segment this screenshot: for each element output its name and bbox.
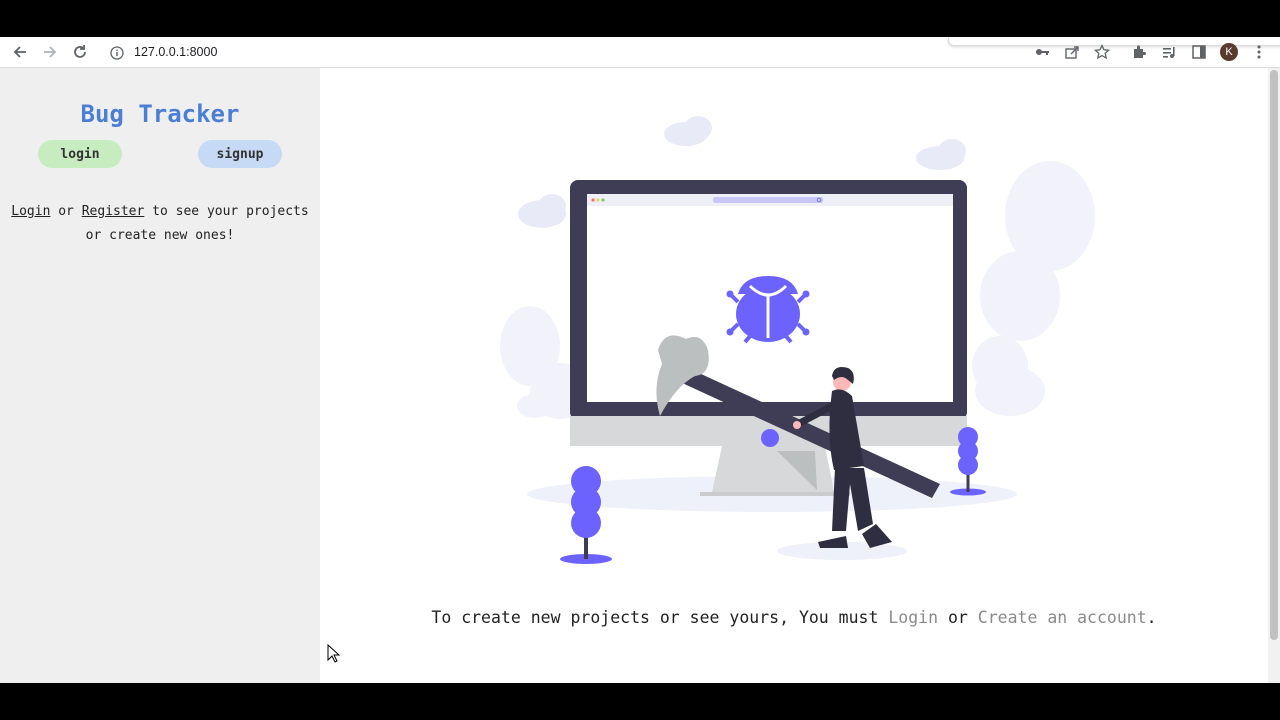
info-icon[interactable] [110, 45, 124, 60]
signup-button[interactable]: signup [198, 140, 282, 168]
sidepanel-icon[interactable] [1190, 43, 1208, 61]
menu-icon[interactable] [1250, 43, 1268, 61]
create-account-link[interactable]: Create an account [978, 608, 1147, 627]
extensions-icon[interactable] [1130, 43, 1148, 61]
sidebar: Bug Tracker login signup Login or Regist… [0, 68, 320, 683]
star-icon[interactable] [1093, 43, 1111, 61]
url-text: 127.0.0.1:8000 [134, 45, 218, 59]
auth-prompt-prefix: To create new projects or see yours, You… [431, 608, 889, 627]
address-bar[interactable]: 127.0.0.1:8000 [100, 39, 950, 65]
media-icon[interactable] [1160, 43, 1178, 61]
main-content: To create new projects or see yours, You… [320, 68, 1268, 683]
sidebar-register-link[interactable]: Register [82, 204, 145, 219]
forward-icon[interactable] [39, 41, 61, 63]
back-icon[interactable] [9, 41, 31, 63]
auth-prompt-or: or [938, 608, 978, 627]
browser-toolbar: 127.0.0.1:8000 K [0, 37, 1280, 68]
main-login-link[interactable]: Login [888, 608, 938, 627]
scrollbar-thumb[interactable] [1270, 70, 1278, 640]
sidebar-or-text: or [50, 204, 82, 219]
key-icon[interactable] [1033, 43, 1051, 61]
page-viewport: Bug Tracker login signup Login or Regist… [0, 68, 1280, 683]
auth-prompt: To create new projects or see yours, You… [320, 608, 1268, 627]
sidebar-message: Login or Register to see your projects o… [0, 200, 320, 248]
login-button[interactable]: login [38, 140, 122, 168]
profile-avatar[interactable]: K [1220, 43, 1238, 61]
bug-fixing-illustration [500, 116, 1095, 564]
auth-prompt-suffix: . [1146, 608, 1157, 627]
vertical-scrollbar[interactable] [1268, 68, 1280, 683]
share-icon[interactable] [1063, 43, 1081, 61]
mouse-cursor-icon [327, 644, 341, 663]
bottom-black-bar [0, 683, 1280, 720]
sidebar-login-link[interactable]: Login [11, 204, 50, 219]
reload-icon[interactable] [69, 41, 91, 63]
top-black-bar [0, 0, 1280, 37]
brand-title[interactable]: Bug Tracker [0, 100, 320, 128]
